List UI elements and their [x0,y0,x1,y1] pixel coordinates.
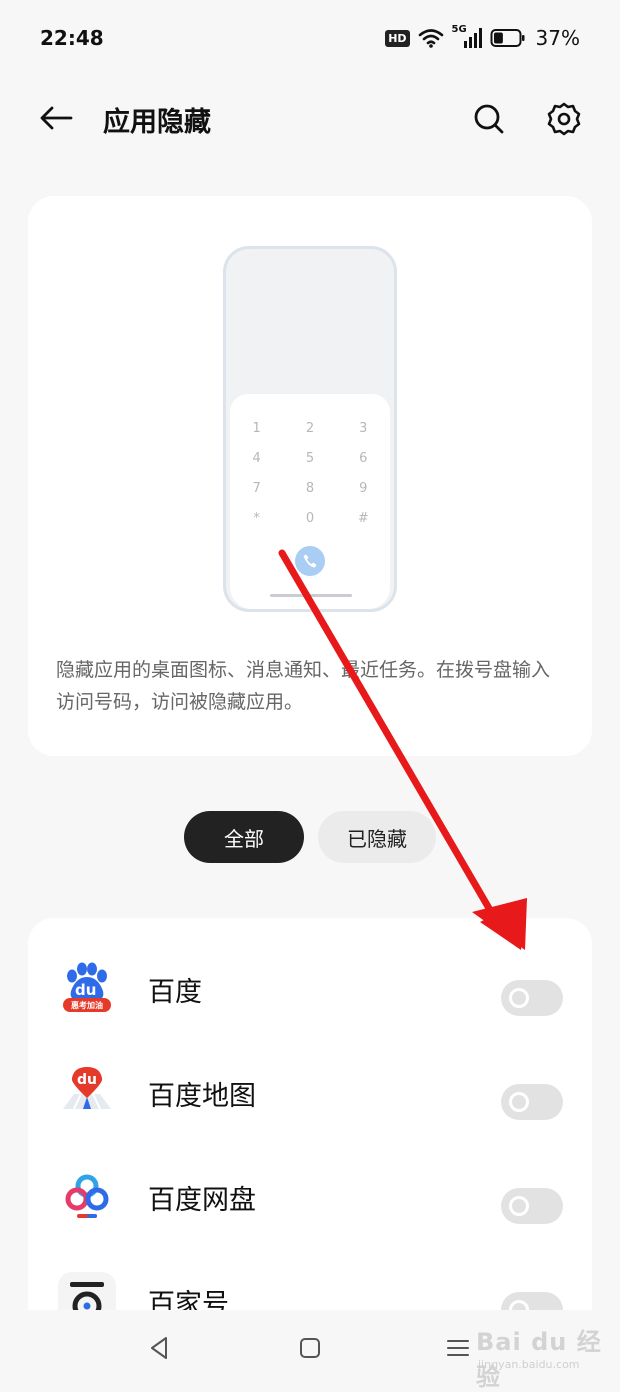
tab-hidden[interactable]: 已隐藏 [318,811,436,863]
dial-key: * [253,511,260,526]
page-title: 应用隐藏 [103,107,211,138]
call-button [295,546,325,576]
baidu-map-icon: du [58,1064,116,1122]
app-row-baidu: du 惠考加油 百度 [28,934,592,1038]
dial-key: 7 [252,481,261,496]
phone-frame: 1 2 3 4 5 6 7 8 9 * 0 # [223,246,397,612]
apps-list: du 惠考加油 百度 du 百度地图 百度网盘 百家号 [28,918,592,1310]
hide-toggle-baidu[interactable] [501,980,563,1016]
tab-all[interactable]: 全部 [184,811,304,863]
search-button[interactable] [468,98,510,140]
back-button[interactable] [36,98,76,138]
settings-button[interactable] [543,98,585,140]
top-bar: 应用隐藏 [0,80,620,156]
dial-key: 2 [305,421,315,436]
intro-card: 1 2 3 4 5 6 7 8 9 * 0 # 隐藏应用的桌面图标、消息通知、最… [28,196,592,756]
dial-key: 0 [305,511,315,526]
dial-key: 6 [359,451,368,466]
nav-back-icon[interactable] [146,1334,174,1362]
toggle-knob [509,1300,529,1310]
home-indicator [270,594,352,597]
dialpad-grid: 1 2 3 4 5 6 7 8 9 * 0 # [230,420,390,528]
baijiahao-icon [58,1272,116,1310]
baidu-icon-text: du [75,981,97,999]
navigation-bar: Bai du 经验 jingyan.baidu.com [0,1310,620,1391]
back-arrow-icon [40,106,73,130]
toggle-knob [509,1196,529,1216]
hd-badge: HD [385,29,410,47]
app-name: 百家号 [148,1289,229,1310]
hide-toggle-baidu-netdisk[interactable] [501,1188,563,1224]
status-bar: 22:48 HD 5G 37% [0,0,620,76]
wifi-icon [418,29,443,48]
watermark: Bai du 经验 jingyan.baidu.com [474,1320,610,1391]
nav-home-icon[interactable] [296,1334,324,1362]
app-row-baidu-map: du 百度地图 [28,1038,592,1142]
cellular-signal-icon: 5G [452,24,482,49]
status-icons: HD 5G 37% [385,24,580,52]
app-row-baidu-netdisk: 百度网盘 [28,1142,592,1246]
hide-toggle-baijiahao[interactable] [501,1292,563,1310]
intro-description: 隐藏应用的桌面图标、消息通知、最近任务。在拨号盘输入访问号码，访问被隐藏应用。 [56,659,551,713]
status-time: 22:48 [40,26,104,50]
search-icon [474,104,504,134]
app-name: 百度网盘 [148,1185,256,1216]
watermark-sub: jingyan.baidu.com [478,1358,580,1371]
battery-percent: 37% [535,26,580,50]
gear-icon [547,102,581,136]
dial-key: 3 [359,421,368,436]
toggle-knob [509,988,529,1008]
app-row-baijiahao: 百家号 [28,1246,592,1310]
nav-menu-icon[interactable] [444,1334,472,1362]
dial-key: 5 [305,451,315,466]
dial-key: 1 [252,421,261,436]
dialpad-sheet: 1 2 3 4 5 6 7 8 9 * 0 # [230,394,390,609]
filter-tabs: 全部 已隐藏 [184,811,436,863]
app-name: 百度 [148,977,202,1008]
battery-icon [490,29,525,47]
phone-illustration: 1 2 3 4 5 6 7 8 9 * 0 # [223,246,397,612]
toggle-knob [509,1092,529,1112]
baidu-icon-badge: 惠考加油 [71,1001,103,1010]
dial-key: 9 [359,481,368,496]
baidu-app-icon: du 惠考加油 [58,960,116,1018]
hide-toggle-baidu-map[interactable] [501,1084,563,1120]
dial-key: 4 [252,451,261,466]
dial-key: # [357,511,369,526]
baidu-map-icon-text: du [77,1072,97,1088]
phone-icon [303,554,317,568]
app-name: 百度地图 [148,1081,256,1112]
watermark-main: Bai du 经验 [476,1328,602,1391]
dial-key: 8 [305,481,315,496]
baidu-netdisk-icon [58,1168,116,1226]
